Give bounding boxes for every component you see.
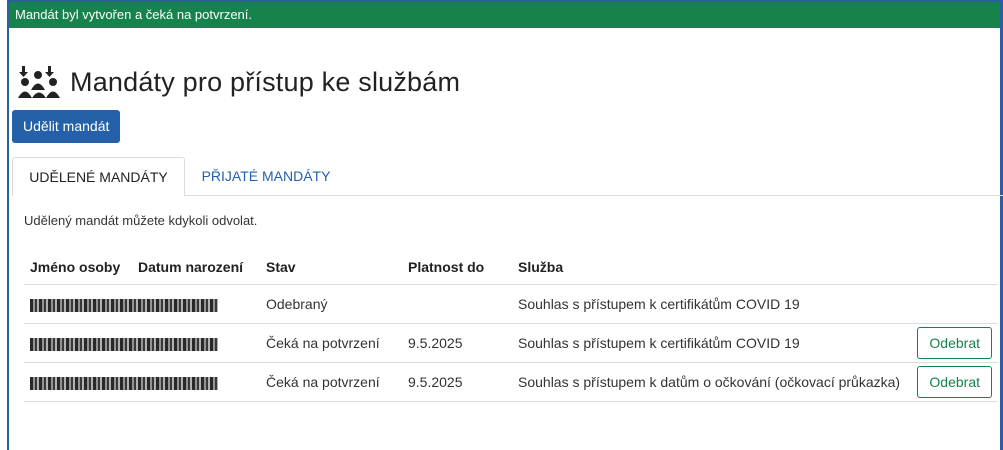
remove-mandate-button[interactable]: Odebrat [917, 366, 992, 398]
valid-until-cell: 9.5.2025 [402, 362, 512, 402]
info-text: Udělený mandát můžete kdykoli odvolat. [24, 213, 258, 228]
table-row: Čeká na potvrzení 9.5.2025 Souhlas s pří… [24, 323, 998, 363]
state-cell: Čeká na potvrzení [260, 362, 402, 402]
state-cell: Čeká na potvrzení [260, 323, 402, 363]
page-title: Mandáty pro přístup ke službám [70, 66, 461, 97]
state-cell: Odebraný [260, 284, 402, 324]
redacted-identity [30, 376, 218, 390]
column-header-service: Služba [518, 259, 564, 275]
page-header: Mandáty pro přístup ke službám [18, 62, 460, 102]
column-header-action [911, 250, 998, 285]
redacted-person-cell [24, 323, 260, 363]
window-frame-left [7, 0, 9, 450]
service-cell: Souhlas s přístupem k certifikátům COVID… [512, 284, 912, 324]
valid-until-cell: 9.5.2025 [402, 323, 512, 363]
remove-mandate-button[interactable]: Odebrat [917, 327, 992, 359]
column-header-valid: Platnost do [408, 259, 485, 275]
tab-granted-mandates[interactable]: UDĚLENÉ MANDÁTY [12, 157, 185, 196]
redacted-identity [30, 337, 218, 351]
people-arrows-icon [18, 66, 60, 98]
action-cell: Odebrat [911, 362, 998, 402]
column-header-state: Stav [266, 259, 296, 275]
table-row: Čeká na potvrzení 9.5.2025 Souhlas s pří… [24, 362, 998, 402]
action-cell: Odebrat [911, 323, 998, 363]
mandates-table: Jméno osoby Datum narození Stav Platnost… [24, 250, 998, 402]
redacted-person-cell [24, 362, 260, 402]
grant-mandate-button[interactable]: Udělit mandát [12, 110, 121, 143]
redacted-identity [30, 298, 218, 312]
table-row: Odebraný Souhlas s přístupem k certifiká… [24, 284, 998, 324]
service-cell: Souhlas s přístupem k datům o očkování (… [512, 362, 912, 402]
action-cell [911, 284, 998, 324]
success-banner: Mandát byl vytvořen a čeká na potvrzení. [9, 2, 1000, 28]
tab-received-mandates[interactable]: PŘIJATÉ MANDÁTY [186, 157, 346, 195]
redacted-person-cell [24, 284, 260, 324]
column-header-birth: Datum narození [138, 259, 244, 275]
column-header-name: Jméno osoby [30, 259, 121, 275]
table-header-row: Jméno osoby Datum narození Stav Platnost… [24, 250, 998, 285]
tabs-divider [185, 195, 1003, 196]
service-cell: Souhlas s přístupem k certifikátům COVID… [512, 323, 912, 363]
valid-until-cell [402, 284, 512, 324]
